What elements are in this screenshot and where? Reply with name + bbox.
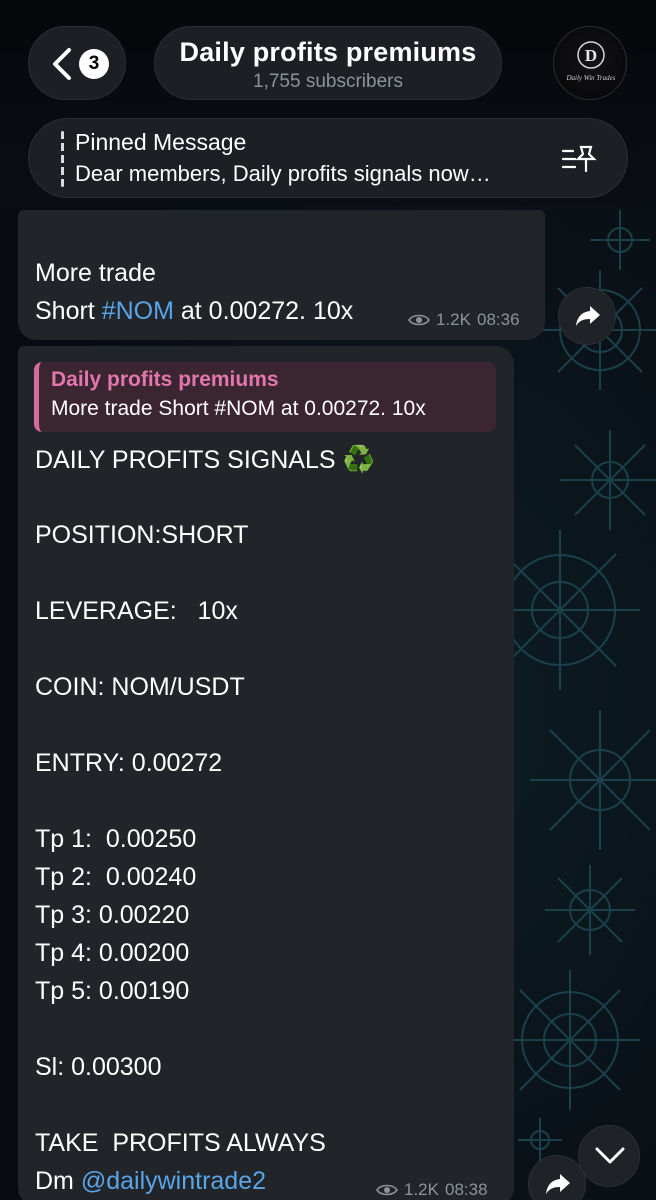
message-text: More trade — [35, 216, 156, 292]
view-count: 1.2K — [404, 1180, 439, 1199]
quoted-reply[interactable]: Daily profits premiums More trade Short … — [34, 362, 496, 432]
channel-avatar[interactable]: D Daily Win Trades — [553, 26, 627, 100]
signal-leverage: LEVERAGE: 10x — [35, 597, 238, 625]
signal-coin: COIN: NOM/USDT — [35, 673, 245, 701]
chevron-left-icon — [53, 48, 71, 80]
message-meta: 1.2K 08:36 — [408, 310, 520, 330]
share-icon — [546, 1174, 570, 1194]
subscriber-count: 1,755 subscribers — [253, 71, 403, 92]
signal-position: POSITION:SHORT — [35, 521, 249, 549]
chevron-down-icon — [595, 1147, 625, 1164]
mention-link[interactable]: @dailywintrade2 — [81, 1167, 266, 1195]
message-line: Short #NOM at 0.00272. 10x — [35, 292, 353, 330]
reply-author: Daily profits premiums — [51, 368, 279, 391]
reply-text: More trade Short #NOM at 0.00272. 10x — [51, 397, 426, 420]
eye-icon — [376, 1184, 398, 1196]
text-fragment: Dm — [35, 1167, 81, 1195]
signal-title: DAILY PROFITS SIGNALS ♻️ — [35, 444, 375, 474]
pinned-preview: Dear members, Daily profits signals now… — [75, 161, 491, 186]
signal-tp2: Tp 2: 0.00240 — [35, 863, 197, 891]
svg-text:Daily Win Trades: Daily Win Trades — [565, 74, 615, 82]
channel-info-button[interactable]: Daily profits premiums 1,755 subscribers — [154, 26, 502, 100]
chat-header: 3 Daily profits premiums 1,755 subscribe… — [0, 0, 656, 205]
text-fragment: Short — [35, 297, 102, 325]
signal-entry: ENTRY: 0.00272 — [35, 749, 223, 777]
signal-tp1: Tp 1: 0.00250 — [35, 825, 197, 853]
pinned-label: Pinned Message — [75, 129, 247, 155]
message-bubble[interactable]: Daily profits premiums More trade Short … — [18, 346, 514, 1200]
text-fragment: at 0.00272. 10x — [173, 297, 354, 325]
message-line: More trade — [35, 259, 156, 287]
signal-tp4: Tp 4: 0.00200 — [35, 939, 190, 967]
scroll-to-bottom-button[interactable] — [578, 1125, 640, 1187]
channel-title: Daily profits premiums — [179, 37, 477, 67]
eye-icon — [408, 314, 430, 326]
share-icon — [576, 306, 600, 326]
channel-logo: D Daily Win Trades — [565, 41, 616, 82]
message-bubble[interactable]: More trade Short #NOM at 0.00272. 10x 1.… — [18, 210, 545, 340]
back-button[interactable]: 3 — [28, 26, 126, 100]
message-time: 08:38 — [444, 1180, 488, 1199]
signal-text: DAILY PROFITS SIGNALS ♻️ POSITION:SHORT … — [35, 440, 375, 1200]
svg-text:D: D — [585, 46, 597, 65]
message-time: 08:36 — [476, 310, 520, 329]
view-count: 1.2K — [436, 310, 471, 329]
signal-tp5: Tp 5: 0.00190 — [35, 977, 190, 1005]
signal-tp3: Tp 3: 0.00220 — [35, 901, 190, 929]
signal-dm-line: Dm @dailywintrade2 — [35, 1162, 375, 1200]
hashtag-link[interactable]: #NOM — [102, 297, 174, 325]
recycle-emoji: ♻️ — [342, 444, 375, 474]
pinned-message-bar[interactable]: Pinned Message Dear members, Daily profi… — [28, 118, 628, 198]
message-meta: 1.2K 08:38 — [376, 1180, 488, 1200]
unread-count-badge: 3 — [79, 49, 109, 79]
pinned-indicator — [61, 131, 64, 187]
signal-stop-loss: Sl: 0.00300 — [35, 1053, 162, 1081]
pinned-list-icon[interactable] — [561, 143, 597, 175]
signal-footer: TAKE PROFITS ALWAYS — [35, 1129, 326, 1157]
share-button[interactable] — [558, 287, 616, 345]
